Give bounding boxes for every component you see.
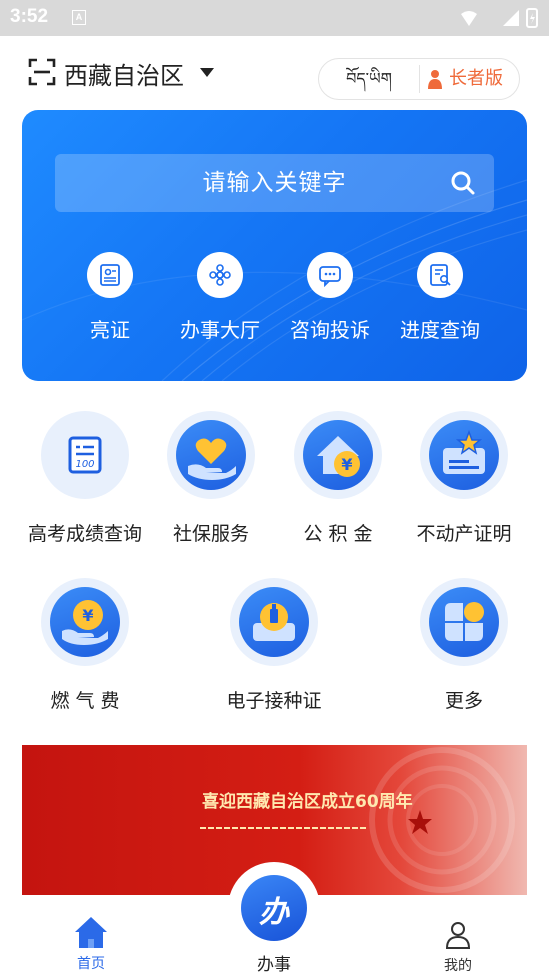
nav-center-label: 办事 [257, 955, 291, 975]
house-yuan-icon: ¥ [303, 420, 373, 490]
svg-text:¥: ¥ [341, 455, 352, 474]
service-icon-ring: 100 [41, 411, 129, 499]
scan-icon[interactable] [28, 58, 56, 86]
hero-banner: 请输入关键字 亮证 办事大厅 咨询投诉 进度查询 [22, 110, 527, 381]
service-label: 社保服务 [172, 523, 249, 545]
nav-mine-label: 我的 [444, 958, 472, 974]
quick-action-label: 咨询投诉 [290, 318, 370, 342]
elder-mode-button[interactable]: 长者版 [427, 59, 519, 99]
header: 西藏自治区 བོད་ཡིག 长者版 [0, 36, 549, 110]
nav-center-button[interactable]: 办 [228, 862, 320, 954]
service-icon-ring: ¥ [41, 578, 129, 666]
status-time: 3:52 [10, 6, 49, 27]
nav-mine[interactable]: 我的 [433, 921, 483, 975]
status-bar: 3:52 A [0, 0, 549, 36]
svg-text:100: 100 [75, 459, 94, 470]
quick-action-label: 亮证 [90, 318, 130, 342]
service-icon-ring [420, 411, 508, 499]
user-icon [445, 922, 471, 949]
search-box[interactable]: 请输入关键字 [55, 154, 494, 212]
signal-icon [503, 10, 519, 26]
search-placeholder[interactable]: 请输入关键字 [55, 154, 494, 212]
flower-hall-icon [197, 252, 243, 298]
document-search-icon [417, 252, 463, 298]
service-social-security[interactable]: 社保服务 [141, 411, 281, 546]
service-property-proof[interactable]: 不动产证明 [394, 411, 534, 546]
quick-action-hall[interactable]: 办事大厅 [165, 252, 275, 343]
tibetan-language-button[interactable]: བོད་ཡིག [319, 59, 419, 99]
emblem-decoration [369, 747, 515, 893]
nav-home-label: 首页 [77, 956, 105, 972]
service-gas-fee[interactable]: ¥ 燃 气 费 [15, 578, 155, 713]
service-label: 不动产证明 [416, 523, 512, 545]
service-label: 公 积 金 [303, 523, 373, 545]
service-label: 电子接种证 [226, 690, 322, 712]
property-certificate-icon [429, 420, 499, 490]
quick-action-consult[interactable]: 咨询投诉 [275, 252, 385, 343]
id-card-icon [87, 252, 133, 298]
service-vaccination-certificate[interactable]: 电子接种证 [204, 578, 344, 713]
service-more[interactable]: 更多 [394, 578, 534, 713]
wifi-icon [461, 11, 477, 26]
heart-hand-icon [176, 420, 246, 490]
gas-fee-icon: ¥ [50, 587, 120, 657]
service-icon-ring [230, 578, 318, 666]
nav-home[interactable]: 首页 [66, 915, 116, 973]
exam-score-icon: 100 [50, 420, 120, 490]
service-icon-ring [167, 411, 255, 499]
service-label: 高考成绩查询 [27, 523, 142, 545]
service-label: 燃 气 费 [50, 690, 120, 712]
quick-action-label: 办事大厅 [180, 318, 260, 342]
region-selector[interactable]: 西藏自治区 [64, 56, 184, 91]
service-icon-ring: ¥ [294, 411, 382, 499]
search-icon[interactable] [450, 170, 476, 196]
status-icons [461, 8, 538, 28]
vaccination-icon [239, 587, 309, 657]
promo-tibetan-subtitle [200, 827, 368, 829]
nav-center-glyph: 办 [259, 895, 289, 930]
service-label: 更多 [444, 690, 483, 712]
quick-action-label: 进度查询 [400, 318, 480, 342]
chevron-down-icon[interactable] [200, 68, 214, 77]
language-mode-switch: བོད་ཡིག 长者版 [318, 58, 520, 100]
quick-action-id[interactable]: 亮证 [55, 252, 165, 343]
more-grid-icon [429, 587, 499, 657]
quick-action-progress[interactable]: 进度查询 [385, 252, 495, 343]
service-housing-fund[interactable]: ¥ 公 积 金 [268, 411, 408, 546]
divider [419, 65, 420, 93]
service-hall-icon: 办 [241, 875, 307, 941]
service-icon-ring [420, 578, 508, 666]
promo-title: 喜迎西藏自治区成立60周年 [202, 792, 413, 812]
notification-icon: A [72, 10, 86, 25]
chat-icon [307, 252, 353, 298]
home-icon [75, 917, 107, 948]
service-gaokao-score[interactable]: 100 高考成绩查询 [15, 411, 155, 546]
svg-text:¥: ¥ [82, 606, 93, 625]
